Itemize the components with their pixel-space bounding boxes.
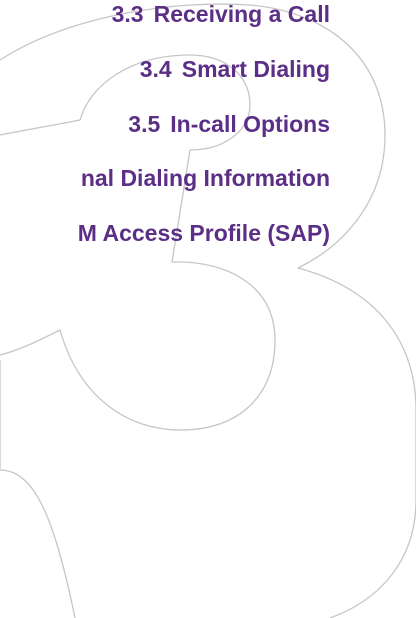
toc-entry-title: Smart Dialing: [181, 56, 330, 82]
toc-entry-number: 3.4: [139, 56, 172, 82]
toc-entry-title: Receiving a Call: [153, 1, 330, 27]
toc-entry-dialing-information[interactable]: nal Dialing Information: [81, 164, 330, 192]
toc-entry-receiving-a-call[interactable]: 3.3 Receiving a Call: [112, 0, 330, 28]
toc-entry-access-profile[interactable]: M Access Profile (SAP): [78, 219, 330, 247]
chapter-contents-page: 3.3 Receiving a Call 3.4 Smart Dialing 3.5…: [0, 0, 416, 618]
toc-entry-title: nal Dialing Information: [80, 165, 330, 191]
toc-entry-number: 3.5: [128, 111, 161, 137]
toc-entry-number: 3.3: [111, 1, 144, 27]
chapter-number-watermark: [0, 3, 416, 618]
toc-entry-title: In-call Options: [170, 111, 330, 137]
toc-entry-smart-dialing[interactable]: 3.4 Smart Dialing: [140, 55, 330, 83]
toc-entry-in-call-options[interactable]: 3.5 In-call Options: [128, 110, 330, 138]
toc-entry-title: M Access Profile (SAP): [77, 220, 330, 246]
